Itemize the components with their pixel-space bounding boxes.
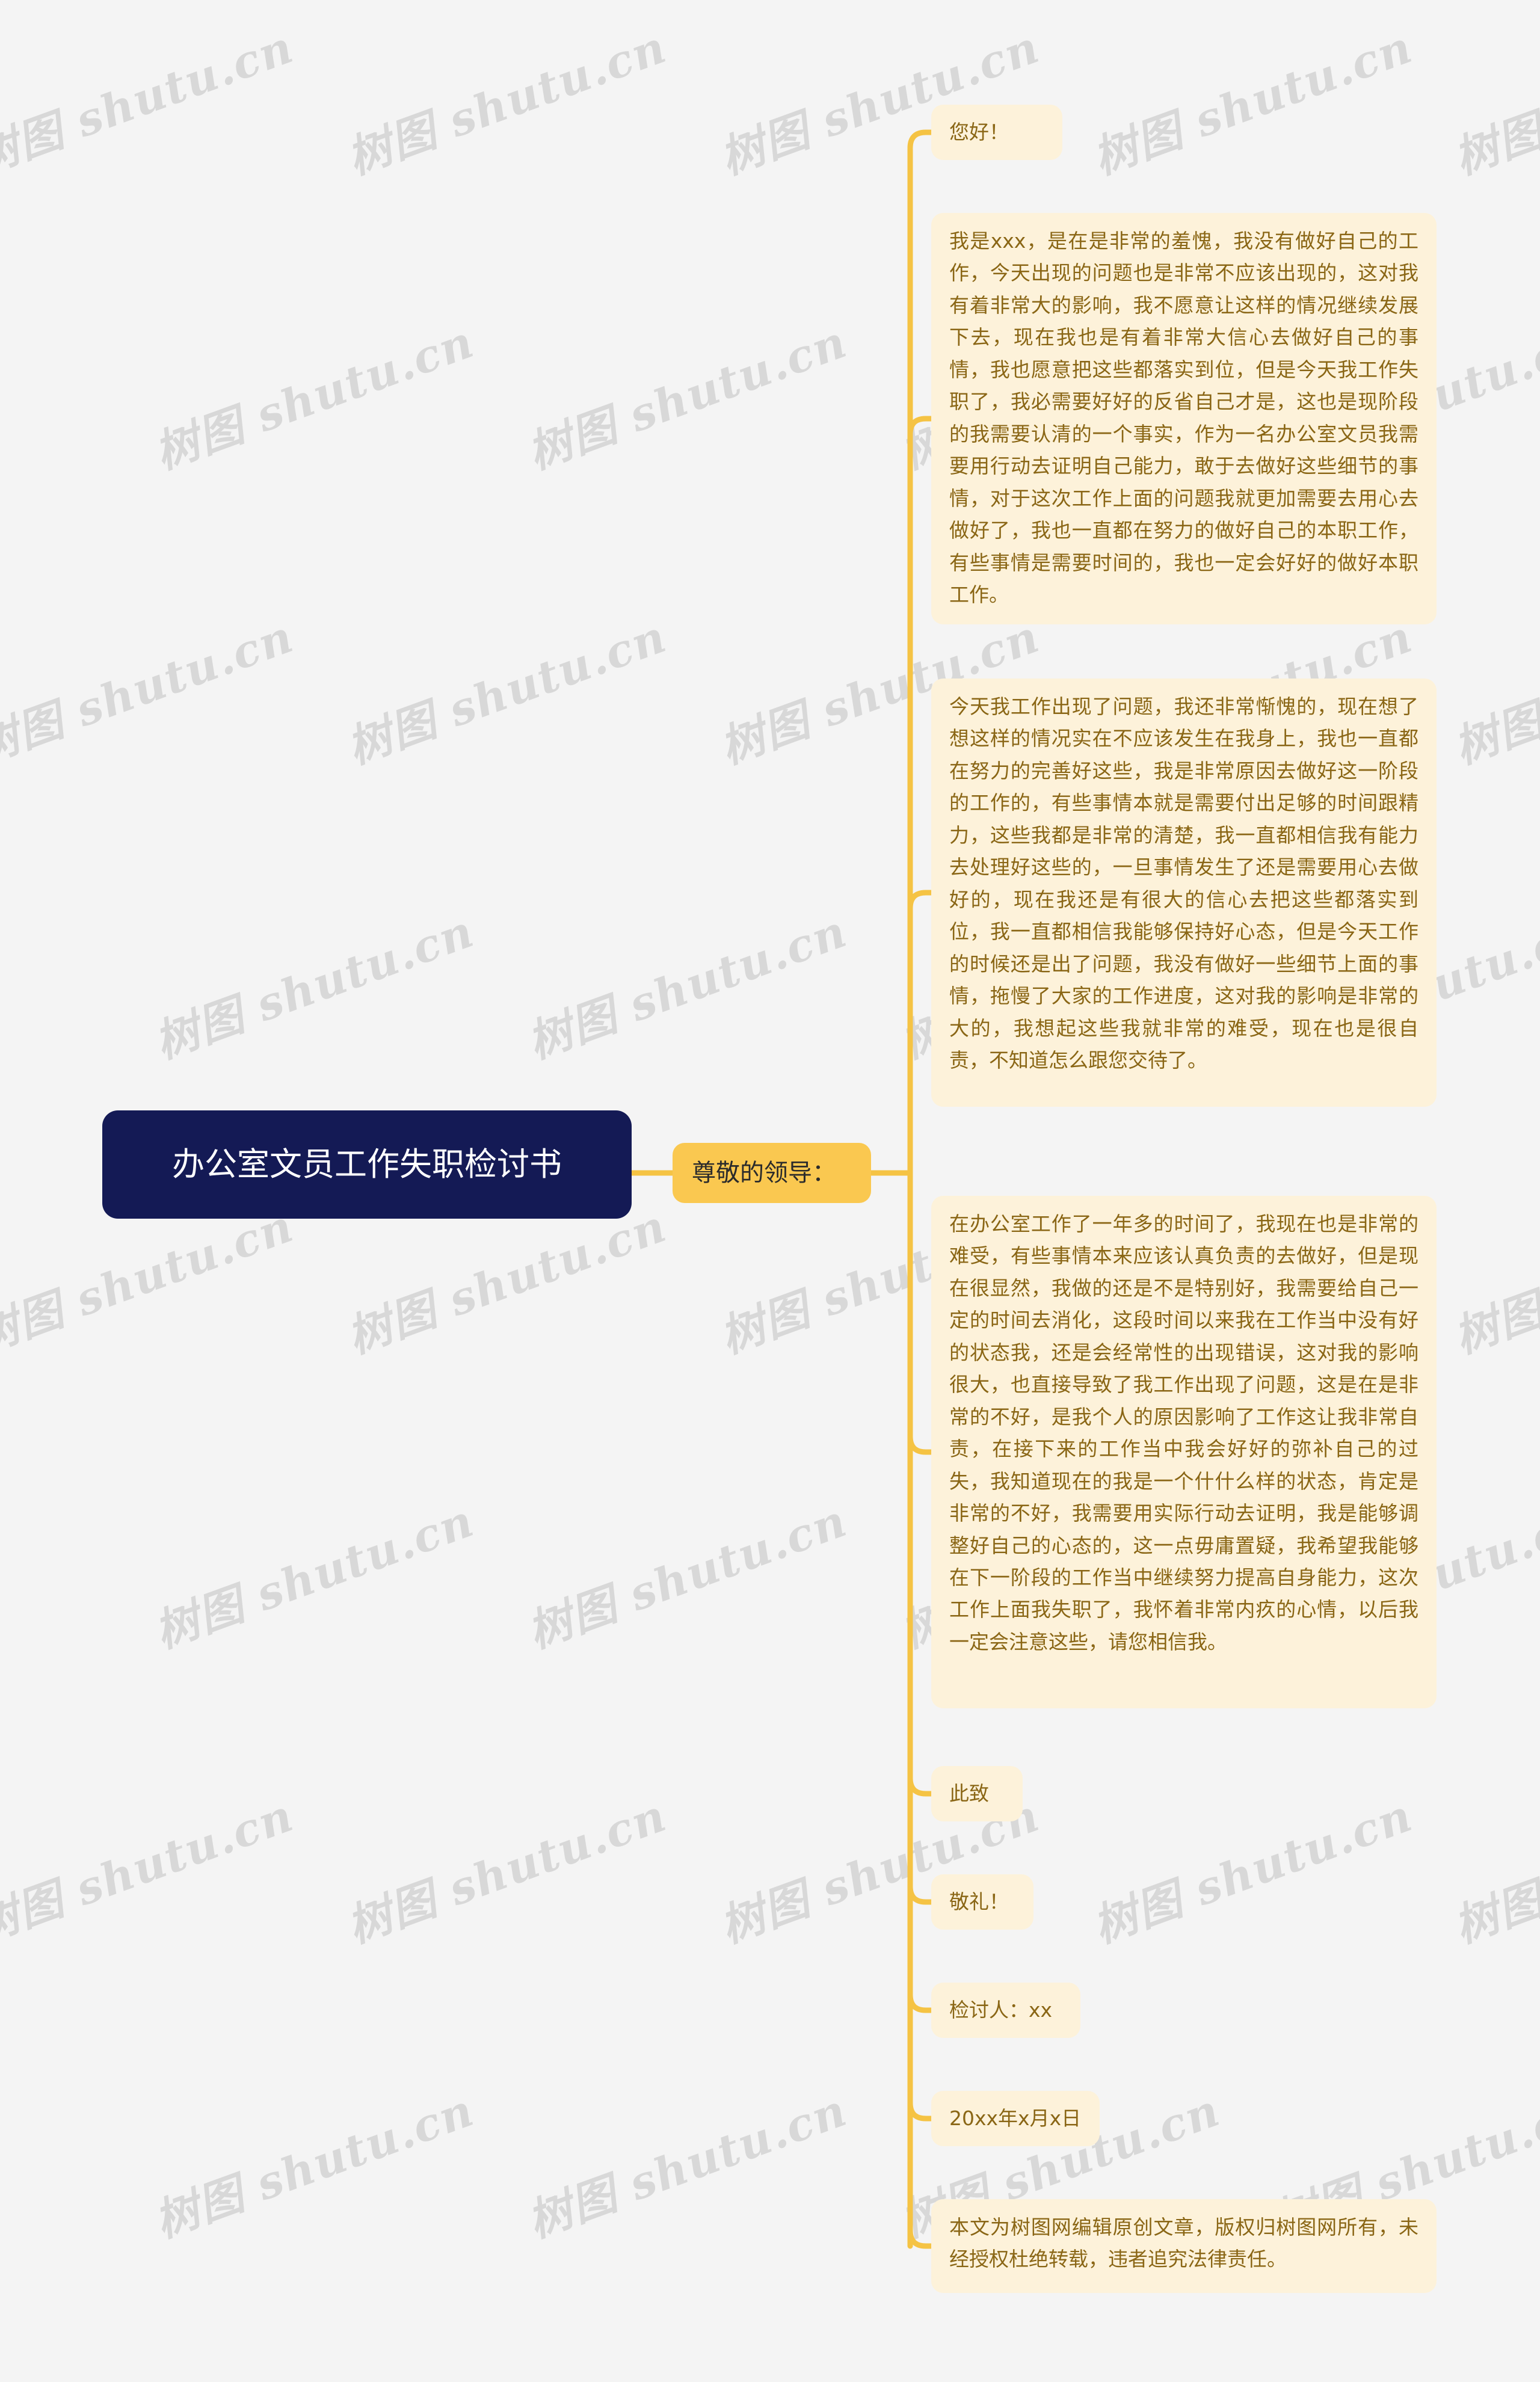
watermark-text: 树图 shutu.cn	[340, 611, 674, 774]
connector-line	[907, 890, 934, 911]
watermark-text: 树图 shutu.cn	[147, 905, 481, 1069]
watermark-text: 树图 shutu.cn	[1447, 611, 1540, 774]
watermark-text: 树图 shutu.cn	[147, 316, 481, 479]
watermark-text: 树图 shutu.cn	[520, 1495, 854, 1658]
leaf-node-greeting[interactable]: 您好！	[931, 105, 1062, 160]
connector-line	[907, 1775, 934, 1797]
leaf-node-label: 检讨人：xx	[949, 1998, 1053, 2022]
watermark-text: 树图 shutu.cn	[0, 21, 301, 185]
mindmap-canvas: 树图 shutu.cn 树图 shutu.cn 树图 shutu.cn 树图 shut…	[0, 0, 1540, 2382]
leaf-node-closing-2[interactable]: 敬礼！	[931, 1874, 1033, 1930]
leaf-node-paragraph-1[interactable]: 我是xxx，是在是非常的羞愧，我没有做好自己的工作，今天出现的问题也是非常不应该…	[931, 213, 1437, 624]
watermark-text: 树图 shutu.cn	[520, 905, 854, 1069]
watermark-text: 树图 shutu.cn	[1086, 21, 1420, 185]
leaf-node-label: 此致	[949, 1781, 989, 1805]
watermark-text: 树图 shutu.cn	[147, 2084, 481, 2248]
connector-line	[907, 416, 934, 437]
connector-line	[907, 2227, 934, 2249]
connector-line	[907, 129, 934, 151]
leaf-node-date[interactable]: 20xx年x月x日	[931, 2091, 1100, 2146]
watermark-text: 树图 shutu.cn	[1447, 1200, 1540, 1364]
leaf-node-label: 在办公室工作了一年多的时间了，我现在也是非常的难受，有些事情本来应该认真负责的去…	[949, 1212, 1418, 1654]
leaf-node-copyright[interactable]: 本文为树图网编辑原创文章，版权归树图网所有，未经授权杜绝转载，违者追究法律责任。	[931, 2199, 1437, 2293]
leaf-node-label: 我是xxx，是在是非常的羞愧，我没有做好自己的工作，今天出现的问题也是非常不应该…	[949, 229, 1418, 606]
leaf-node-signer[interactable]: 检讨人：xx	[931, 1983, 1080, 2038]
watermark-text: 树图 shutu.cn	[0, 1790, 301, 1953]
watermark-text: 树图 shutu.cn	[0, 611, 301, 774]
watermark-text: 树图 shutu.cn	[340, 21, 674, 185]
connector-line	[907, 1883, 934, 1905]
leaf-node-label: 20xx年x月x日	[949, 2106, 1082, 2130]
leaf-node-paragraph-2[interactable]: 今天我工作出现了问题，我还非常惭愧的，现在想了想这样的情况实在不应该发生在我身上…	[931, 679, 1437, 1107]
watermark-text: 树图 shutu.cn	[520, 2084, 854, 2248]
watermark-text: 树图 shutu.cn	[1447, 21, 1540, 185]
watermark-text: 树图 shutu.cn	[340, 1790, 674, 1953]
root-node[interactable]: 办公室文员工作失职检讨书	[102, 1110, 632, 1219]
branch-node-salutation[interactable]: 尊敬的领导：	[673, 1143, 871, 1203]
leaf-node-closing-1[interactable]: 此致	[931, 1766, 1023, 1821]
watermark-text: 树图 shutu.cn	[1447, 1790, 1540, 1953]
connector-line	[907, 1992, 934, 2013]
leaf-node-label: 今天我工作出现了问题，我还非常惭愧的，现在想了想这样的情况实在不应该发生在我身上…	[949, 695, 1418, 1072]
leaf-node-label: 本文为树图网编辑原创文章，版权归树图网所有，未经授权杜绝转载，违者追究法律责任。	[949, 2215, 1418, 2271]
branch-node-label: 尊敬的领导：	[692, 1159, 836, 1187]
watermark-text: 树图 shutu.cn	[520, 316, 854, 479]
watermark-text: 树图 shutu.cn	[713, 21, 1047, 185]
watermark-text: 树图 shutu.cn	[147, 1495, 481, 1658]
connector-line	[907, 2100, 934, 2122]
leaf-node-paragraph-3[interactable]: 在办公室工作了一年多的时间了，我现在也是非常的难受，有些事情本来应该认真负责的去…	[931, 1196, 1437, 1708]
leaf-node-label: 敬礼！	[949, 1889, 1009, 1913]
root-node-label: 办公室文员工作失职检讨书	[172, 1145, 562, 1184]
leaf-node-label: 您好！	[949, 120, 1009, 144]
connector-line	[907, 1433, 934, 1455]
watermark-text: 树图 shutu.cn	[1086, 1790, 1420, 1953]
